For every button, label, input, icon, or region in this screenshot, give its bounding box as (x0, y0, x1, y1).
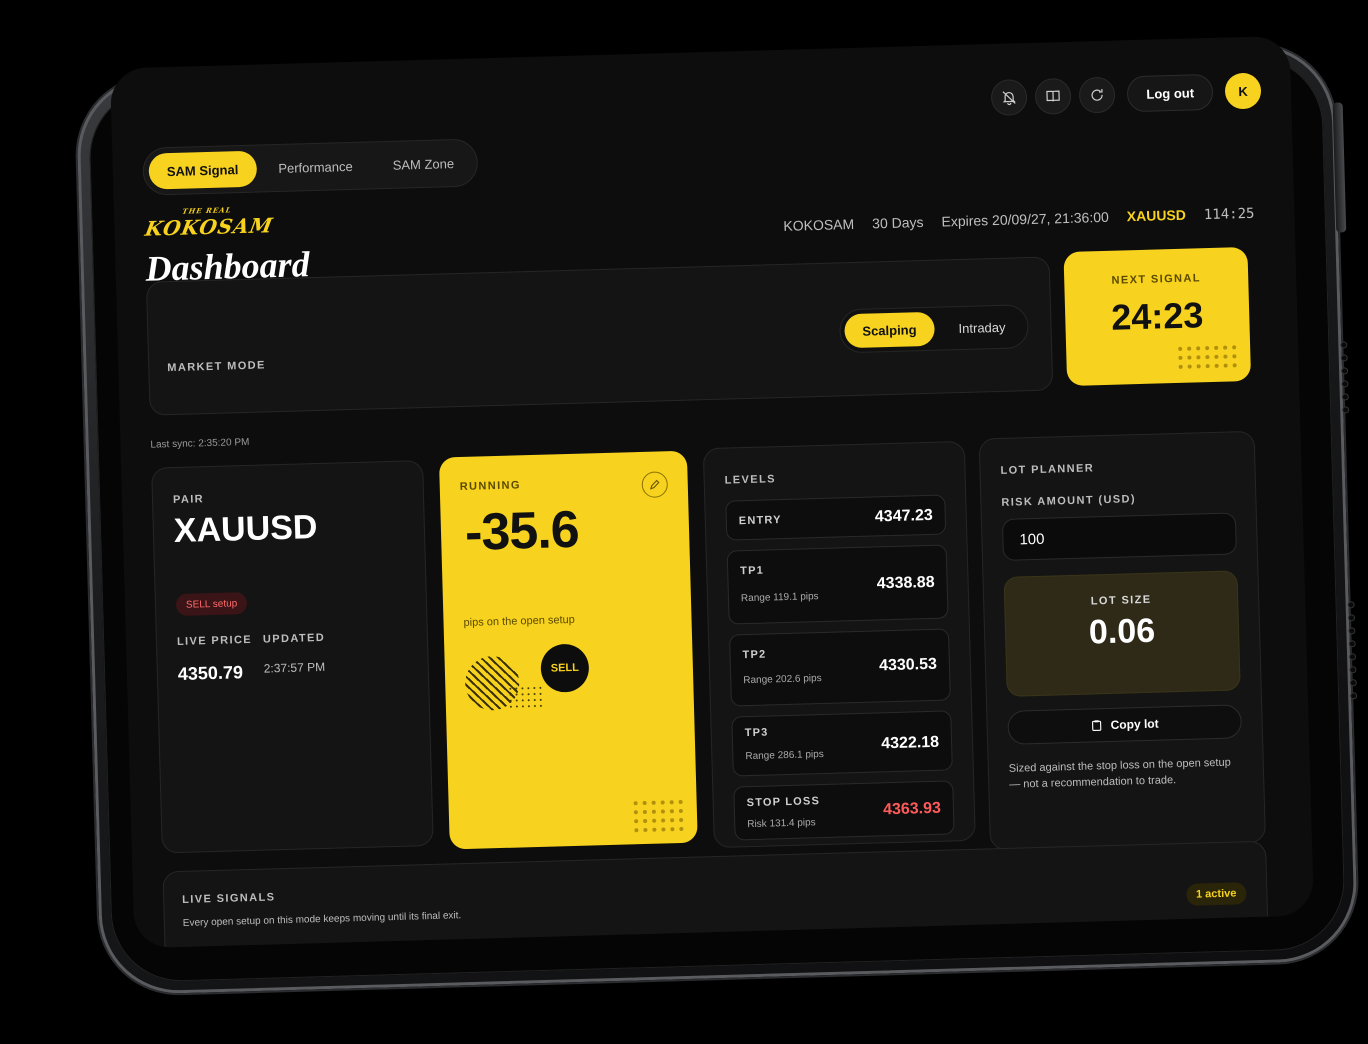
pair-label: PAIR (172, 493, 205, 507)
live-price-value: 4350.79 (177, 662, 244, 684)
lot-size-value: 0.06 (1088, 611, 1156, 652)
sell-action-button[interactable]: SELL (540, 643, 590, 693)
copy-lot-label: Copy lot (1110, 716, 1159, 732)
copy-lot-button[interactable]: Copy lot (1007, 704, 1243, 745)
market-mode-panel: MARKET MODE Scalping Intraday (145, 256, 1054, 416)
lot-planner-label: LOT PLANNER (1000, 462, 1095, 477)
risk-amount-label: RISK AMOUNT (USD) (1001, 493, 1137, 509)
mode-intraday[interactable]: Intraday (940, 309, 1024, 345)
lot-planner-panel: LOT PLANNER RISK AMOUNT (USD) LOT SIZE 0… (978, 430, 1267, 851)
brand-name: KOKOSAM (143, 213, 276, 241)
level-name: STOP LOSS (746, 795, 821, 810)
level-value: 4347.23 (874, 506, 933, 526)
book-icon (1046, 90, 1061, 102)
running-pips-value: -35.6 (464, 500, 580, 562)
live-signals-description: Every open setup on this mode keeps movi… (182, 910, 462, 929)
next-signal-card: NEXT SIGNAL 24:23 (1063, 246, 1252, 387)
updated-label: UPDATED (262, 631, 326, 646)
guide-button[interactable] (1034, 77, 1072, 115)
lot-size-display: LOT SIZE 0.06 (1003, 570, 1241, 697)
level-row-tp1: TP1 Range 119.1 pips 4338.88 (726, 544, 949, 625)
level-range: Range 202.6 pips (743, 673, 822, 687)
notifications-toggle-button[interactable] (990, 79, 1028, 117)
live-price-label: LIVE PRICE (176, 633, 253, 648)
speaker-grill-bottom (1348, 602, 1358, 699)
pair-card: PAIR XAUUSD SELL setup LIVE PRICE UPDATE… (151, 460, 434, 854)
level-value: 4330.53 (878, 655, 938, 675)
level-row-tp3: TP3 Range 286.1 pips 4322.18 (731, 710, 953, 777)
level-name: TP3 (744, 726, 769, 740)
status-badge: SELL setup (175, 592, 248, 617)
level-value: 4363.93 (882, 799, 942, 819)
tablet-side-button (1332, 102, 1347, 233)
tab-performance[interactable]: Performance (260, 147, 371, 186)
dot-pattern (633, 799, 684, 833)
pencil-icon (650, 479, 660, 490)
level-value: 4322.18 (881, 733, 940, 753)
level-row-tp2: TP2 Range 202.6 pips 4330.53 (728, 628, 951, 707)
meta-pair: XAUUSD (1126, 206, 1187, 225)
meta-clock: 114:25 (1203, 205, 1255, 224)
level-value: 4338.88 (876, 573, 935, 593)
tab-sam-zone[interactable]: SAM Zone (374, 145, 472, 184)
account-meta: KOKOSAM 30 Days Expires 20/09/27, 21:36:… (783, 205, 1254, 235)
meta-user: KOKOSAM (783, 215, 855, 234)
running-card: RUNNING -35.6 pips on the open setup SEL… (438, 450, 698, 850)
brand-logo: THE REAL KOKOSAM (143, 204, 277, 241)
refresh-icon (1091, 88, 1104, 101)
tab-sam-signal[interactable]: SAM Signal (148, 150, 257, 190)
device-stage: SAM Signal Performance SAM Zone Log out … (0, 0, 1368, 1044)
level-name: TP2 (742, 648, 767, 662)
market-mode-label: MARKET MODE (167, 359, 266, 375)
updated-value: 2:37:57 PM (263, 659, 326, 676)
last-sync: Last sync: 2:35:20 PM (150, 436, 250, 451)
market-mode-switch: Scalping Intraday (838, 304, 1030, 354)
level-row-entry: ENTRY 4347.23 (725, 494, 947, 541)
clipboard-icon (1092, 720, 1102, 731)
risk-amount-input[interactable] (1001, 512, 1237, 561)
live-signals-label: LIVE SIGNALS (182, 891, 276, 906)
level-name: ENTRY (738, 514, 782, 528)
running-label: RUNNING (459, 479, 522, 494)
top-bar: SAM Signal Performance SAM Zone Log out … (142, 72, 1263, 196)
meta-plan: 30 Days (871, 213, 924, 232)
logout-button[interactable]: Log out (1126, 73, 1214, 113)
active-count-badge: 1 active (1185, 882, 1247, 906)
next-signal-countdown: 24:23 (1110, 294, 1204, 338)
dot-pattern (509, 686, 542, 708)
lot-disclaimer: Sized against the stop loss on the open … (1008, 756, 1231, 791)
edit-button[interactable] (641, 471, 669, 498)
levels-panel: LEVELS ENTRY 4347.23 TP1 Range 119.1 pip… (702, 440, 976, 849)
app-screen: SAM Signal Performance SAM Zone Log out … (109, 35, 1315, 949)
top-actions: Log out K (990, 72, 1262, 117)
level-range: Range 286.1 pips (745, 748, 824, 763)
running-caption: pips on the open setup (463, 613, 575, 629)
level-range: Range 119.1 pips (740, 591, 819, 605)
levels-label: LEVELS (724, 473, 777, 487)
pair-name: XAUUSD (173, 508, 318, 551)
level-risk: Risk 131.4 pips (747, 817, 816, 831)
bell-off-icon (1002, 91, 1017, 106)
meta-expires: Expires 20/09/27, 21:36:00 (941, 208, 1109, 230)
lot-size-label: LOT SIZE (1090, 593, 1152, 608)
level-name: TP1 (740, 564, 765, 578)
next-signal-label: NEXT SIGNAL (1111, 272, 1202, 287)
mode-scalping[interactable]: Scalping (843, 311, 936, 349)
speaker-grill-top (1341, 342, 1349, 413)
refresh-button[interactable] (1078, 76, 1116, 114)
level-row-stop-loss: STOP LOSS Risk 131.4 pips 4363.93 (733, 780, 955, 841)
avatar[interactable]: K (1224, 72, 1262, 110)
dot-pattern (1178, 345, 1237, 369)
main-nav: SAM Signal Performance SAM Zone (142, 138, 479, 196)
